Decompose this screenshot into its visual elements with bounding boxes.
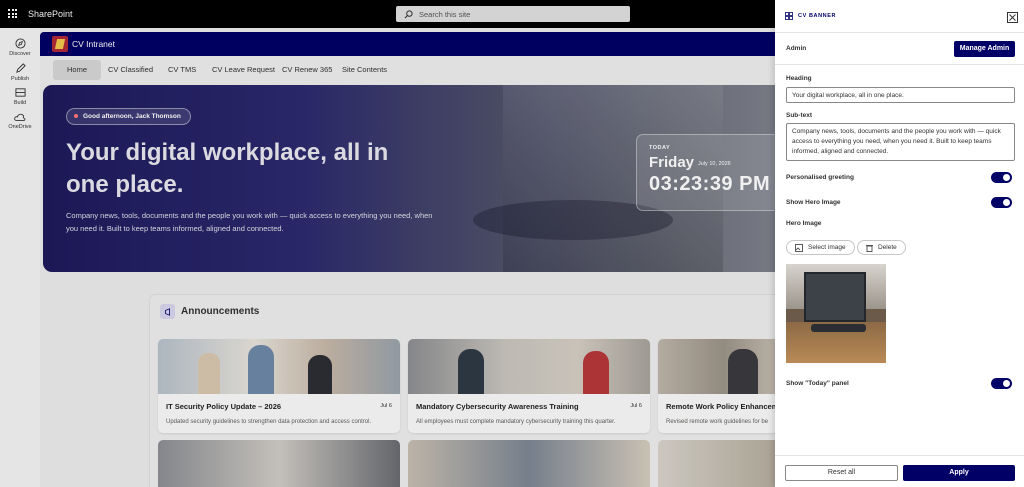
appbar-item-discover[interactable]: Discover xyxy=(0,38,40,57)
show-today-panel-label: Show "Today" panel xyxy=(786,380,849,387)
today-weekday: Friday xyxy=(649,154,695,171)
delete-button[interactable]: Delete xyxy=(857,240,906,255)
nav-cv-tms[interactable]: CV TMS xyxy=(168,60,196,80)
card-date: Jul 6 xyxy=(380,403,392,409)
delete-label: Delete xyxy=(878,244,897,251)
card-description: Revised remote work guidelines for be xyxy=(666,419,769,425)
app-bar: Discover Publish Build OneDrive xyxy=(0,28,40,487)
hero-banner: Good afternoon, Jack Thomson Your digita… xyxy=(43,85,775,272)
hero-image-thumbnail[interactable] xyxy=(786,264,886,363)
build-icon xyxy=(14,88,26,97)
divider xyxy=(775,64,1024,65)
site-title[interactable]: CV Intranet xyxy=(72,39,115,49)
nav-cv-leave-request[interactable]: CV Leave Request xyxy=(212,60,275,80)
admin-label: Admin xyxy=(786,45,807,52)
today-label: TODAY xyxy=(649,145,671,151)
announcement-card-image[interactable] xyxy=(158,440,400,487)
reset-all-button[interactable]: Reset all xyxy=(785,465,898,481)
card-title[interactable]: IT Security Policy Update – 2026 xyxy=(166,402,281,411)
select-image-label: Select image xyxy=(808,244,846,251)
nav-cv-renew-365[interactable]: CV Renew 365 xyxy=(282,60,332,80)
card-date: Jul 6 xyxy=(630,403,642,409)
close-icon xyxy=(1009,14,1016,21)
pen-icon xyxy=(15,63,26,73)
nav-site-contents[interactable]: Site Contents xyxy=(342,60,387,80)
show-hero-image-label: Show Hero Image xyxy=(786,199,841,206)
appbar-item-onedrive[interactable]: OneDrive xyxy=(0,112,40,130)
appbar-label: Build xyxy=(13,100,27,106)
site-logo[interactable] xyxy=(52,36,68,52)
hero-heading: Your digital workplace, all in one place… xyxy=(66,139,389,198)
app-launcher-icon[interactable] xyxy=(8,9,17,18)
subtext-label: Sub-text xyxy=(786,112,812,119)
hero-subtext: Company news, tools, documents and the p… xyxy=(66,211,433,233)
show-hero-image-toggle[interactable] xyxy=(991,197,1012,208)
search-placeholder: Search this site xyxy=(419,9,471,19)
personalised-greeting-label: Personalised greeting xyxy=(786,174,854,181)
nav-home[interactable]: Home xyxy=(53,60,102,80)
card-image xyxy=(658,339,775,394)
compass-icon xyxy=(14,38,26,49)
show-today-panel-toggle[interactable] xyxy=(991,378,1012,389)
nav-cv-classified[interactable]: CV Classified xyxy=(108,60,153,80)
hero-image-label: Hero Image xyxy=(786,220,822,227)
announcement-card[interactable]: IT Security Policy Update – 2026 Jul 6 U… xyxy=(158,339,400,433)
announcements-section: Announcements IT Security Policy Update … xyxy=(149,294,775,487)
select-image-button[interactable]: Select image xyxy=(786,240,855,255)
today-time: 03:23:39 PM xyxy=(649,173,771,195)
panel-footer: Reset all Apply xyxy=(775,455,1024,487)
site-header: CV Intranet xyxy=(40,32,775,56)
close-button[interactable] xyxy=(1007,12,1018,23)
panel-title: CV BANNER xyxy=(798,13,837,19)
announcements-title: Announcements xyxy=(181,306,260,317)
appbar-item-build[interactable]: Build xyxy=(0,87,40,106)
apply-button[interactable]: Apply xyxy=(903,465,1015,481)
search-icon xyxy=(404,9,413,18)
announcement-card-image[interactable] xyxy=(408,440,650,487)
divider xyxy=(775,32,1024,33)
announcements-header: Announcements xyxy=(160,304,259,319)
announcement-card[interactable]: Remote Work Policy Enhancements Revised … xyxy=(658,339,775,433)
today-day: Friday July 10, 2026 xyxy=(649,154,773,171)
card-description: Updated security guidelines to strengthe… xyxy=(166,419,372,425)
card-image xyxy=(158,339,400,394)
appbar-item-publish[interactable]: Publish xyxy=(0,63,40,82)
cloud-icon xyxy=(14,113,26,121)
site-navigation: Home CV Classified CV TMS CV Leave Reque… xyxy=(40,56,775,84)
card-title[interactable]: Remote Work Policy Enhancements xyxy=(666,402,775,411)
announcement-card-image[interactable] xyxy=(658,440,775,487)
search-box[interactable]: Search this site xyxy=(396,6,630,22)
manage-admin-button[interactable]: Manage Admin xyxy=(954,41,1015,57)
heading-input[interactable]: Your digital workplace, all in one place… xyxy=(786,87,1015,103)
today-panel: TODAY Friday July 10, 2026 03:23:39 PM xyxy=(636,134,775,211)
heading-label: Heading xyxy=(786,75,812,82)
cv-banner-panel: CV BANNER Admin Manage Admin Heading You… xyxy=(775,0,1024,487)
today-date: July 10, 2026 xyxy=(698,161,731,167)
personalised-greeting-toggle[interactable] xyxy=(991,172,1012,183)
card-title[interactable]: Mandatory Cybersecurity Awareness Traini… xyxy=(416,402,579,411)
site-canvas: CV Intranet Home CV Classified CV TMS CV… xyxy=(40,28,775,487)
panel-header: CV BANNER xyxy=(785,12,836,20)
appbar-label: Discover xyxy=(9,51,31,57)
app-name[interactable]: SharePoint xyxy=(28,9,73,19)
image-icon xyxy=(795,243,803,252)
card-image xyxy=(408,339,650,394)
announcement-card[interactable]: Mandatory Cybersecurity Awareness Traini… xyxy=(408,339,650,433)
grid-icon xyxy=(785,12,793,20)
megaphone-icon xyxy=(160,304,175,319)
greeting-badge: Good afternoon, Jack Thomson xyxy=(66,108,191,125)
appbar-label: Publish xyxy=(10,76,30,82)
card-description: All employees must complete mandatory cy… xyxy=(416,419,616,425)
trash-icon xyxy=(866,244,873,252)
subtext-textarea[interactable]: Company news, tools, documents and the p… xyxy=(786,123,1015,161)
appbar-label: OneDrive xyxy=(8,124,32,130)
